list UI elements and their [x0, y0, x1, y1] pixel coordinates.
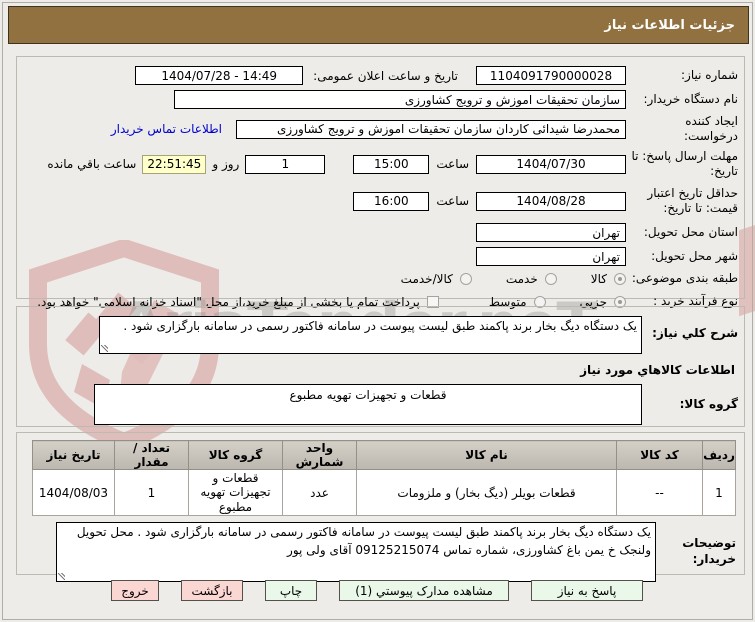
goods-group-value: قطعات و تجهیزات تهویه مطبوع: [289, 388, 447, 402]
description-groupbox: شرح کلي نیاز: یک دستگاه دیگ بخار برند پا…: [16, 306, 745, 427]
buyer-org-field[interactable]: سازمان تحقیقات اموزش و ترویج کشاورزی: [174, 90, 626, 109]
col-unit: واحد شمارش: [282, 440, 357, 470]
goods-table: ردیف کد کالا نام کالا واحد شمارش گروه کا…: [32, 440, 736, 517]
hours-remaining-label: ساعت باقي مانده: [47, 157, 137, 171]
province-value: تهران: [592, 225, 620, 240]
price-validity-hour-value: 16:00: [374, 194, 409, 208]
need-description-label: شرح کلي نیاز:: [652, 326, 738, 340]
col-goods-group: گروه کالا: [188, 440, 283, 470]
buyer-org-value: سازمان تحقیقات اموزش و ترویج کشاورزی: [404, 92, 620, 107]
deadline-hour-value: 15:00: [374, 157, 409, 171]
announce-datetime-label: تاریخ و ساعت اعلان عمومی:: [313, 68, 458, 83]
resize-handle-icon[interactable]: [101, 345, 108, 352]
goods-group-field[interactable]: قطعات و تجهیزات تهویه مطبوع: [94, 384, 642, 425]
announce-datetime-value: 1404/07/28 - 14:49: [161, 68, 278, 83]
announce-datetime-field[interactable]: 1404/07/28 - 14:49: [135, 66, 304, 85]
radio-goods-service-label: کالا/خدمت: [400, 271, 453, 286]
buyer-notes-textarea[interactable]: یک دستگاه دیگ بخار برند پاکمند طبق لیست …: [56, 522, 656, 583]
col-goods-code: کد کالا: [616, 440, 703, 470]
deadline-label: مهلت ارسال پاسخ: تا تاریخ:: [631, 149, 738, 178]
need-number-value: 1104091790000028: [489, 68, 613, 83]
classification-option-goods[interactable]: کالا: [591, 272, 626, 286]
countdown-value: 22:51:45: [147, 157, 202, 171]
radio-goods-label: کالا: [590, 271, 607, 286]
cell-quantity: 1: [114, 468, 189, 517]
buyer-notes-value: یک دستگاه دیگ بخار برند پاکمند طبق لیست …: [76, 525, 651, 557]
days-and-label: روز و: [212, 157, 240, 171]
remaining-days-field[interactable]: 1: [245, 154, 326, 174]
deadline-hour-label: ساعت: [436, 157, 469, 171]
back-button[interactable]: بازگشت: [181, 580, 243, 601]
creator-field[interactable]: محمدرضا شیدائی کاردان سازمان تحقیقات امو…: [236, 119, 626, 139]
cell-goods-name: قطعات بویلر (دیگ بخار) و ملزومات: [356, 468, 617, 517]
table-row: 1 -- قطعات بویلر (دیگ بخار) و ملزومات عد…: [32, 468, 736, 517]
deadline-date-field[interactable]: 1404/07/30: [476, 154, 626, 174]
cell-need-date: 1404/08/03: [32, 468, 115, 517]
details-groupbox: شماره نیاز: 1104091790000028 تاریخ و ساع…: [16, 56, 745, 309]
classification-option-goods-service[interactable]: کالا/خدمت: [401, 272, 472, 286]
cell-unit: عدد: [282, 468, 357, 517]
col-row-index: ردیف: [702, 440, 736, 470]
respond-to-need-button[interactable]: پاسخ به نیاز: [531, 580, 643, 601]
col-quantity: تعداد / مقدار: [114, 440, 189, 470]
col-goods-name: نام کالا: [356, 440, 617, 470]
buyer-notes-row: توضیحات خریدار: یک دستگاه دیگ بخار برند …: [25, 522, 736, 583]
goods-groupbox: ردیف کد کالا نام کالا واحد شمارش گروه کا…: [16, 432, 745, 583]
price-validity-date-field[interactable]: 1404/08/28: [476, 191, 626, 211]
price-validity-row: حداقل تاریخ اعتبار قیمت: تا تاریخ: 1404/…: [23, 186, 738, 216]
classification-option-service[interactable]: خدمت: [506, 272, 557, 286]
need-description-row: شرح کلي نیاز: یک دستگاه دیگ بخار برند پا…: [23, 316, 738, 354]
need-description-value: یک دستگاه دیگ بخار برند پاکمند طبق لیست …: [123, 319, 637, 333]
buyer-org-row: نام دستگاه خریدار: سازمان تحقیقات اموزش …: [23, 90, 738, 109]
view-attachments-button[interactable]: مشاهده مدارک پیوستي (1): [339, 580, 509, 601]
buyer-contact-link[interactable]: اطلاعات تماس خریدار: [111, 122, 222, 136]
classification-row: طبقه بندی موضوعی: کالا خدمت کالا/خدمت: [23, 271, 738, 286]
radio-service-label: خدمت: [505, 271, 538, 286]
resize-handle-icon[interactable]: [58, 573, 65, 581]
cell-need-date-value: 1404/08/03: [38, 485, 109, 500]
city-value: تهران: [592, 249, 620, 264]
deadline-date-value: 1404/07/30: [516, 157, 586, 171]
creator-label: ایجاد کننده درخواست:: [684, 114, 738, 143]
price-validity-hour-field[interactable]: 16:00: [353, 191, 430, 211]
remaining-days-value: 1: [281, 157, 290, 171]
need-number-row: شماره نیاز: 1104091790000028 تاریخ و ساع…: [23, 66, 738, 85]
deadline-row: مهلت ارسال پاسخ: تا تاریخ: 1404/07/30 سا…: [23, 149, 738, 179]
goods-section-heading: اطلاعات کالاهاي مورد نیاز: [580, 363, 735, 377]
province-field[interactable]: تهران: [476, 223, 626, 242]
cell-row-index: 1: [702, 468, 736, 517]
page-title: جزئیات اطلاعات نیاز: [8, 6, 749, 44]
page-title-label: جزئیات اطلاعات نیاز: [604, 17, 735, 33]
goods-table-header-row: ردیف کد کالا نام کالا واحد شمارش گروه کا…: [32, 440, 736, 470]
creator-value: محمدرضا شیدائی کاردان سازمان تحقیقات امو…: [277, 122, 620, 136]
province-label: استان محل تحویل:: [643, 225, 738, 239]
creator-row: ایجاد کننده درخواست: محمدرضا شیدائی کارد…: [23, 114, 738, 144]
radio-goods-icon[interactable]: [614, 272, 626, 285]
buyer-notes-label: توضیحات خریدار:: [682, 536, 736, 566]
countdown-timer: 22:51:45: [142, 154, 207, 174]
exit-button[interactable]: خروج: [111, 580, 159, 601]
city-label: شهر محل تحویل:: [651, 249, 738, 263]
print-button[interactable]: چاپ: [265, 580, 317, 601]
radio-service-icon[interactable]: [544, 272, 557, 285]
deadline-hour-field[interactable]: 15:00: [353, 154, 430, 174]
price-validity-label: حداقل تاریخ اعتبار قیمت: تا تاریخ:: [647, 186, 738, 215]
radio-goods-service-icon[interactable]: [459, 272, 472, 285]
goods-group-label: گروه کالا:: [679, 396, 738, 411]
price-validity-date-value: 1404/08/28: [516, 194, 586, 208]
cell-goods-group: قطعات و تجهیزات تهویه مطبوع: [188, 468, 283, 517]
need-number-label: شماره نیاز:: [681, 68, 738, 82]
need-description-textarea[interactable]: یک دستگاه دیگ بخار برند پاکمند طبق لیست …: [99, 316, 642, 354]
col-need-date: تاریخ نیاز: [32, 440, 115, 470]
need-number-field[interactable]: 1104091790000028: [476, 66, 626, 85]
classification-label: طبقه بندی موضوعی:: [631, 271, 738, 285]
city-field[interactable]: تهران: [476, 247, 626, 266]
goods-group-row: گروه کالا: قطعات و تجهیزات تهویه مطبوع: [23, 384, 738, 425]
province-row: استان محل تحویل: تهران: [23, 223, 738, 242]
cell-goods-code: --: [616, 468, 703, 517]
city-row: شهر محل تحویل: تهران: [23, 247, 738, 266]
action-buttons-row: پاسخ به نیاز مشاهده مدارک پیوستي (1) چاپ…: [111, 580, 643, 601]
buyer-org-label: نام دستگاه خریدار:: [643, 92, 739, 106]
price-validity-hour-label: ساعت: [436, 194, 469, 208]
